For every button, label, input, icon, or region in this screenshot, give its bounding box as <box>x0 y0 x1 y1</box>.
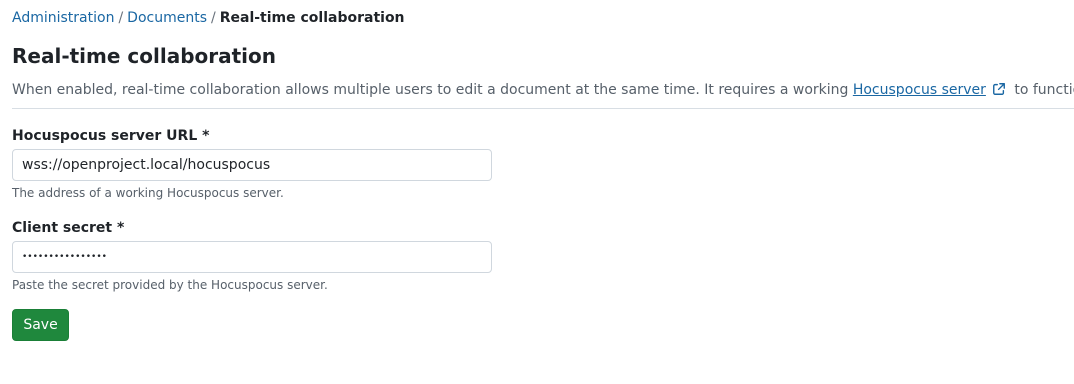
client-secret-input[interactable] <box>12 241 492 273</box>
save-button[interactable]: Save <box>12 309 69 341</box>
client-secret-label: Client secret * <box>12 220 125 236</box>
breadcrumb-separator: / <box>211 10 216 26</box>
server-url-hint: The address of a working Hocuspocus serv… <box>12 186 284 200</box>
page-title: Real-time collaboration <box>12 44 277 68</box>
breadcrumb-separator: / <box>118 10 124 26</box>
breadcrumb-item-documents[interactable]: Documents <box>127 10 207 26</box>
server-url-input[interactable] <box>12 149 492 181</box>
external-link-icon[interactable] <box>992 82 1006 96</box>
client-secret-hint: Paste the secret provided by the Hocuspo… <box>12 278 328 292</box>
hocuspocus-server-link[interactable]: Hocuspocus server <box>853 82 986 98</box>
breadcrumb-item-administration[interactable]: Administration <box>12 10 114 26</box>
description-text: When enabled, real-time collaboration al… <box>12 82 853 98</box>
breadcrumb: Administration / Documents / Real-time colla… <box>12 9 405 27</box>
server-url-label: Hocuspocus server URL * <box>12 128 210 144</box>
section-divider <box>12 108 1074 109</box>
page-description: When enabled, real-time collaboration al… <box>12 80 1074 100</box>
description-text-end: to function. <box>1014 82 1074 98</box>
breadcrumb-current: Real-time collaboration <box>219 10 405 26</box>
